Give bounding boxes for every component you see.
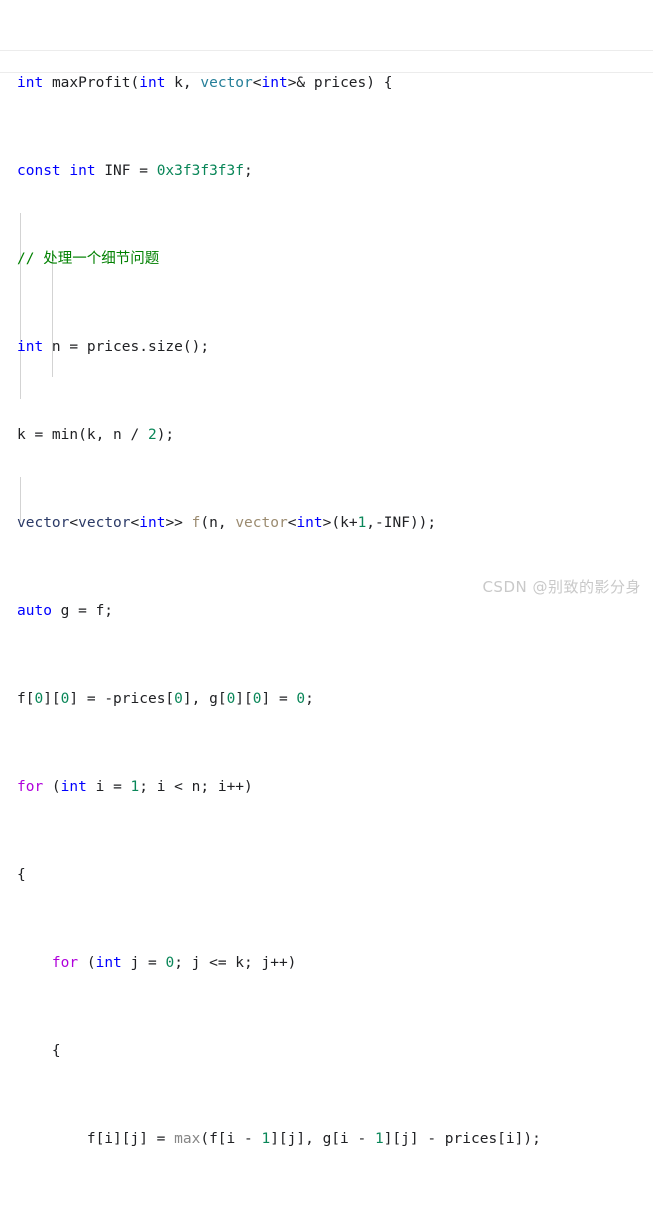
code-line: int maxProfit(int k, vector<int>& prices…	[17, 75, 393, 91]
code-line: f[i][j] = max(f[i - 1][j], g[i - 1][j] -…	[17, 1131, 541, 1147]
code-line: int n = prices.size();	[17, 339, 210, 355]
code-line: const int INF = 0x3f3f3f3f;	[17, 163, 253, 179]
code-line: for (int i = 1; i < n; i++)	[17, 779, 253, 795]
code-line: f[0][0] = -prices[0], g[0][0] = 0;	[17, 691, 314, 707]
code-editor[interactable]: int maxProfit(int k, vector<int>& prices…	[0, 0, 653, 1147]
code-line: auto g = f;	[17, 603, 114, 619]
code-line: {	[17, 867, 26, 883]
code-line: k = min(k, n / 2);	[17, 427, 175, 443]
code-line: vector<vector<int>> f(n, vector<int>(k+1…	[17, 515, 437, 531]
code-line: {	[17, 1043, 61, 1059]
code-content[interactable]: int maxProfit(int k, vector<int>& prices…	[0, 6, 653, 1210]
csdn-watermark: CSDN @别致的影分身	[482, 578, 641, 596]
code-line: for (int j = 0; j <= k; j++)	[51, 955, 297, 971]
code-line-comment: // 处理一个细节问题	[17, 251, 160, 267]
